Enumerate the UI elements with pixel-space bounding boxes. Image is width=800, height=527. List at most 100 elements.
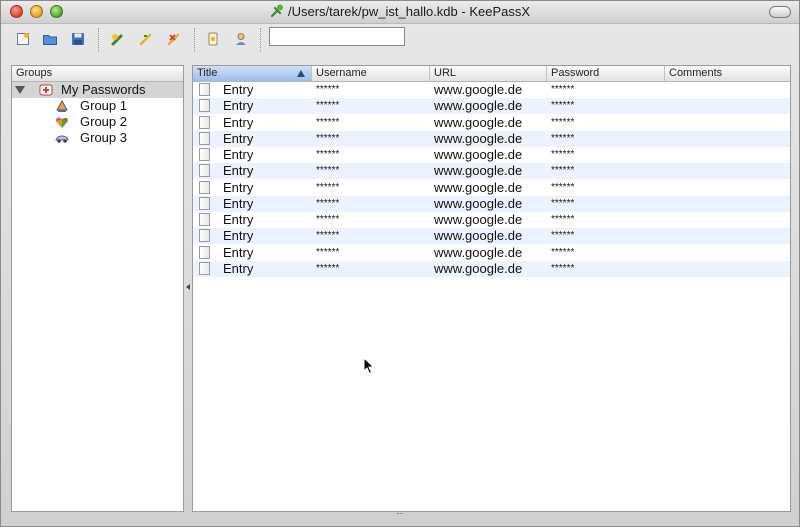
edit-entry-icon[interactable] bbox=[136, 29, 156, 49]
group-item[interactable]: Group 3 bbox=[12, 130, 183, 146]
cell-title: Entry bbox=[223, 228, 254, 244]
group-item[interactable]: Group 1 bbox=[12, 98, 183, 114]
group-label: Group 3 bbox=[80, 130, 127, 145]
entry-document-icon bbox=[199, 229, 210, 243]
cell-url: www.google.de bbox=[434, 212, 523, 227]
cell-title: Entry bbox=[223, 130, 254, 146]
delete-entry-icon[interactable] bbox=[164, 29, 184, 49]
entry-document-icon bbox=[199, 261, 210, 275]
cell-title: Entry bbox=[223, 98, 254, 114]
group-label: Group 1 bbox=[80, 98, 127, 113]
entry-document-icon bbox=[199, 180, 210, 194]
table-row[interactable]: Entry ****** www.google.de ****** bbox=[193, 245, 790, 261]
window-title-wrap: /Users/tarek/pw_ist_hallo.kdb - KeePassX bbox=[1, 4, 799, 19]
cell-username: ****** bbox=[316, 84, 340, 95]
cell-url: www.google.de bbox=[434, 228, 523, 244]
group-computer-icon bbox=[56, 99, 68, 112]
cell-url: www.google.de bbox=[434, 98, 523, 114]
search-input[interactable] bbox=[269, 27, 405, 46]
cell-url: www.google.de bbox=[434, 163, 523, 179]
column-header-password[interactable]: Password bbox=[547, 66, 665, 81]
table-row[interactable]: Entry ****** www.google.de ****** bbox=[193, 228, 790, 245]
resize-grip[interactable] bbox=[397, 513, 403, 517]
cell-url: www.google.de bbox=[434, 260, 523, 276]
cell-username: ****** bbox=[316, 230, 340, 242]
column-header-username[interactable]: Username bbox=[312, 66, 430, 81]
cell-password: ****** bbox=[551, 262, 575, 274]
keepassx-logo-icon bbox=[270, 4, 283, 18]
entry-document-icon bbox=[199, 164, 210, 178]
entry-document-icon bbox=[199, 213, 210, 226]
group-item-root[interactable]: My Passwords bbox=[12, 82, 183, 98]
group-item[interactable]: Group 2 bbox=[12, 114, 183, 130]
cell-url: www.google.de bbox=[434, 195, 523, 211]
cell-username: ****** bbox=[316, 181, 340, 193]
table-row[interactable]: Entry ****** www.google.de ****** bbox=[193, 98, 790, 115]
column-header-label: URL bbox=[434, 67, 457, 79]
table-row[interactable]: Entry ****** www.google.de ****** bbox=[193, 147, 790, 163]
table-row[interactable]: Entry ****** www.google.de ****** bbox=[193, 115, 790, 131]
cell-title: Entry bbox=[223, 195, 254, 211]
add-entry-icon[interactable] bbox=[108, 29, 128, 49]
table-row[interactable]: Entry ****** www.google.de ****** bbox=[193, 212, 790, 228]
cell-password: ****** bbox=[551, 149, 575, 160]
table-row[interactable]: Entry ****** www.google.de ****** bbox=[193, 180, 790, 196]
table-header: Title Username URL Password Comments bbox=[193, 66, 790, 82]
cell-url: www.google.de bbox=[434, 114, 523, 130]
cell-password: ****** bbox=[551, 181, 575, 193]
table-row[interactable]: Entry ****** www.google.de ****** bbox=[193, 260, 790, 277]
cell-title: Entry bbox=[223, 163, 254, 179]
sort-ascending-icon bbox=[297, 70, 305, 77]
cell-title: Entry bbox=[223, 212, 254, 227]
splitter-handle[interactable] bbox=[186, 284, 190, 290]
toolbar-toggle-button[interactable] bbox=[769, 6, 791, 18]
cell-password: ****** bbox=[551, 230, 575, 242]
cell-username: ****** bbox=[316, 132, 340, 144]
column-header-label: Comments bbox=[669, 67, 723, 79]
cell-password: ****** bbox=[551, 214, 575, 225]
cell-url: www.google.de bbox=[434, 147, 523, 162]
table-row[interactable]: Entry ****** www.google.de ****** bbox=[193, 130, 790, 147]
cell-password: ****** bbox=[551, 116, 575, 128]
entry-document-icon bbox=[199, 83, 210, 96]
cell-password: ****** bbox=[551, 246, 575, 258]
save-database-icon[interactable] bbox=[68, 29, 88, 49]
group-puzzle-icon bbox=[56, 117, 68, 128]
column-header-url[interactable]: URL bbox=[430, 66, 547, 81]
group-label: Group 2 bbox=[80, 114, 127, 129]
table-row[interactable]: Entry ****** www.google.de ****** bbox=[193, 163, 790, 180]
cell-title: Entry bbox=[223, 82, 254, 97]
toolbar-separator bbox=[260, 28, 262, 52]
column-header-comments[interactable]: Comments bbox=[665, 66, 790, 81]
cell-title: Entry bbox=[223, 260, 254, 276]
cell-url: www.google.de bbox=[434, 179, 523, 195]
copy-password-icon[interactable] bbox=[203, 29, 223, 49]
app-window: /Users/tarek/pw_ist_hallo.kdb - KeePassX bbox=[0, 0, 800, 527]
cell-password: ****** bbox=[551, 84, 575, 95]
cell-password: ****** bbox=[551, 197, 575, 209]
new-database-icon[interactable] bbox=[13, 29, 33, 49]
cell-password: ****** bbox=[551, 165, 575, 177]
cell-username: ****** bbox=[316, 149, 340, 160]
cell-username: ****** bbox=[316, 262, 340, 274]
table-row[interactable]: Entry ****** www.google.de ****** bbox=[193, 195, 790, 212]
entry-document-icon bbox=[199, 131, 210, 145]
entry-document-icon bbox=[199, 115, 210, 129]
copy-username-icon[interactable] bbox=[231, 29, 251, 49]
cell-url: www.google.de bbox=[434, 244, 523, 260]
disclosure-triangle-icon[interactable] bbox=[15, 86, 25, 94]
table-row[interactable]: Entry ****** www.google.de ****** bbox=[193, 82, 790, 98]
open-database-icon[interactable] bbox=[40, 29, 60, 49]
column-header-label: Title bbox=[197, 67, 218, 79]
group-car-icon bbox=[55, 135, 69, 143]
entries-table: Title Username URL Password Comments Ent… bbox=[192, 65, 791, 512]
toolbar-separator bbox=[194, 28, 196, 52]
title-bar[interactable]: /Users/tarek/pw_ist_hallo.kdb - KeePassX bbox=[1, 1, 799, 24]
keepass-root-icon bbox=[39, 84, 53, 96]
entry-document-icon bbox=[199, 196, 210, 210]
cell-username: ****** bbox=[316, 214, 340, 225]
toolbar-separator bbox=[98, 28, 100, 52]
cell-username: ****** bbox=[316, 246, 340, 258]
column-header-label: Password bbox=[551, 67, 600, 79]
column-header-title[interactable]: Title bbox=[193, 66, 312, 81]
